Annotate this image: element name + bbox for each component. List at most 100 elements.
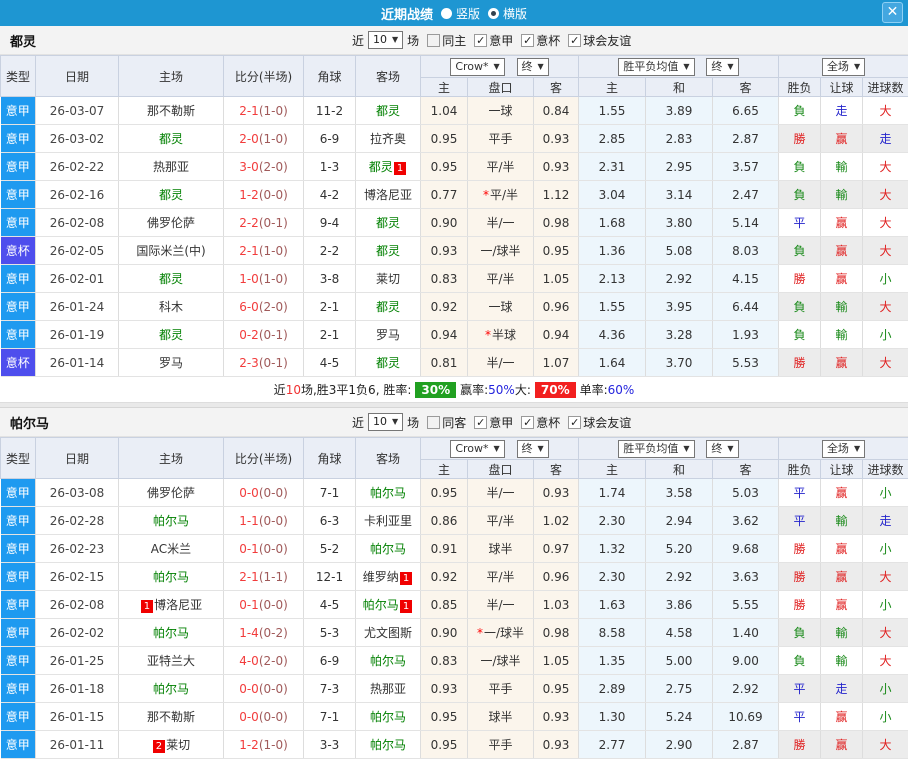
league-type-cell: 意甲 [1,507,36,535]
score-cell: 3-0(2-0) [224,153,304,181]
col-odds-away: 客 [534,460,579,479]
mean-away-cell: 5.55 [713,591,779,619]
away-team-cell: 拉齐奥 [356,125,421,153]
score-cell: 1-2(1-0) [224,731,304,759]
corner-cell: 2-1 [304,293,356,321]
league-checkbox-friendly[interactable]: ✓ [568,34,581,47]
fulltime-score: 0-0 [239,682,259,696]
goals-value: 大 [880,244,892,258]
handicap-result-cell: 輸 [821,647,863,675]
corner-cell: 2-2 [304,237,356,265]
games-label: 场 [407,32,419,49]
league-checkbox-coppa[interactable]: ✓ [521,416,534,429]
league-checkbox-serie-a[interactable]: ✓ [474,34,487,47]
scope-select[interactable]: 全场▼ [822,58,865,76]
mean-draw-cell: 5.08 [646,237,713,265]
league-label-serie-a: 意甲 [489,414,513,431]
fulltime-score: 4-0 [239,654,259,668]
red-card-badge: 1 [141,600,153,613]
radio-horizontal[interactable] [488,8,499,19]
away-team-name: 维罗纳 [363,570,399,584]
match-row: 意甲26-02-22热那亚3-0(2-0)1-3都灵10.95平/半0.932.… [1,153,908,181]
odds-final-select[interactable]: 终▼ [517,440,549,458]
red-card-badge: 1 [400,572,412,585]
handicap-value: 球半 [488,542,512,556]
away-team-cell: 尤文图斯 [356,619,421,647]
home-team-name: 都灵 [159,272,183,286]
league-checkbox-coppa[interactable]: ✓ [521,34,534,47]
home-team-cell: 2莱切 [119,731,224,759]
away-odds-cell: 0.96 [534,293,579,321]
near-label: 近 [352,414,364,431]
bookmaker-select[interactable]: Crow*▼ [450,58,504,76]
bookmaker-select[interactable]: Crow*▼ [450,440,504,458]
filter-bar: 近 10▼ 场 同主 ✓ 意甲 ✓ 意杯 ✓ 球会友谊 [352,31,631,49]
recent-count-select[interactable]: 10▼ [368,31,403,49]
handicap-cell: *半球 [468,321,534,349]
halftime-score: (0-0) [259,188,288,202]
red-card-badge: 1 [400,600,412,613]
home-team-cell: 罗马 [119,349,224,377]
close-icon: ✕ [887,4,899,20]
mean-type-select[interactable]: 胜平负均值▼ [618,58,694,76]
mean-away-cell: 9.00 [713,647,779,675]
away-odds-cell: 0.93 [534,731,579,759]
fulltime-score: 0-2 [239,328,259,342]
home-odds-cell: 0.95 [421,731,468,759]
away-team-name: 帕尔马 [370,710,406,724]
mean-final-select[interactable]: 终▼ [706,58,738,76]
goals-cell: 小 [863,479,908,507]
home-team-cell: 都灵 [119,181,224,209]
league-type-cell: 意甲 [1,97,36,125]
handicap-cell: 平/半 [468,507,534,535]
same-venue-checkbox[interactable] [427,416,440,429]
close-button[interactable]: ✕ [882,2,903,23]
fulltime-score: 1-4 [239,626,259,640]
radio-vertical-label[interactable]: 竖版 [456,5,480,22]
match-row: 意甲26-02-01都灵1-0(1-0)3-8莱切0.83平/半1.052.13… [1,265,908,293]
home-team-cell: 佛罗伦萨 [119,209,224,237]
mean-draw-cell: 3.86 [646,591,713,619]
result-value: 負 [793,654,805,668]
handicap-cell: 平手 [468,675,534,703]
match-row: 意甲26-01-15那不勒斯0-0(0-0)7-1帕尔马0.95球半0.931.… [1,703,908,731]
goals-value: 走 [880,132,892,146]
home-team-cell: 佛罗伦萨 [119,479,224,507]
league-checkbox-friendly[interactable]: ✓ [568,416,581,429]
away-team-cell: 帕尔马 [356,535,421,563]
odds-final-select[interactable]: 终▼ [517,58,549,76]
score-cell: 1-1(0-0) [224,507,304,535]
recent-count-select[interactable]: 10▼ [368,413,403,431]
radio-vertical[interactable] [441,8,452,19]
mean-home-cell: 1.55 [579,293,646,321]
match-row: 意甲26-02-16都灵1-2(0-0)4-2博洛尼亚0.77*平/半1.123… [1,181,908,209]
col-goals: 进球数 [863,78,908,97]
match-row: 意甲26-02-02帕尔马1-4(0-2)5-3尤文图斯0.90*一/球半0.9… [1,619,908,647]
home-odds-cell: 0.86 [421,507,468,535]
goals-cell: 小 [863,591,908,619]
col-score: 比分(半场) [224,438,304,479]
match-row: 意甲26-02-23AC米兰0-1(0-0)5-2帕尔马0.91球半0.971.… [1,535,908,563]
home-odds-cell: 0.90 [421,209,468,237]
matches-table-parma: 类型 日期 主场 比分(半场) 角球 客场 Crow*▼ 终▼ 胜平负均值▼ 终… [0,437,908,759]
halftime-score: (0-1) [259,328,288,342]
same-venue-checkbox[interactable] [427,34,440,47]
handicap-value: 半/一 [486,486,514,500]
mean-type-select[interactable]: 胜平负均值▼ [618,440,694,458]
mean-final-select[interactable]: 终▼ [706,440,738,458]
handicap-result-cell: 赢 [821,349,863,377]
goals-cell: 大 [863,153,908,181]
handicap-value: 平/半 [486,160,514,174]
handicap-result-cell: 輸 [821,293,863,321]
goals-value: 大 [880,188,892,202]
odds-header-cell: Crow*▼ 终▼ [421,56,579,78]
halftime-score: (1-0) [259,104,288,118]
away-team-cell: 帕尔马 [356,703,421,731]
handicap-result-cell: 走 [821,675,863,703]
home-team-name: 都灵 [159,188,183,202]
league-checkbox-serie-a[interactable]: ✓ [474,416,487,429]
scope-select[interactable]: 全场▼ [822,440,865,458]
radio-horizontal-label[interactable]: 横版 [503,5,527,22]
mean-away-cell: 2.92 [713,675,779,703]
fulltime-score: 1-2 [239,188,259,202]
